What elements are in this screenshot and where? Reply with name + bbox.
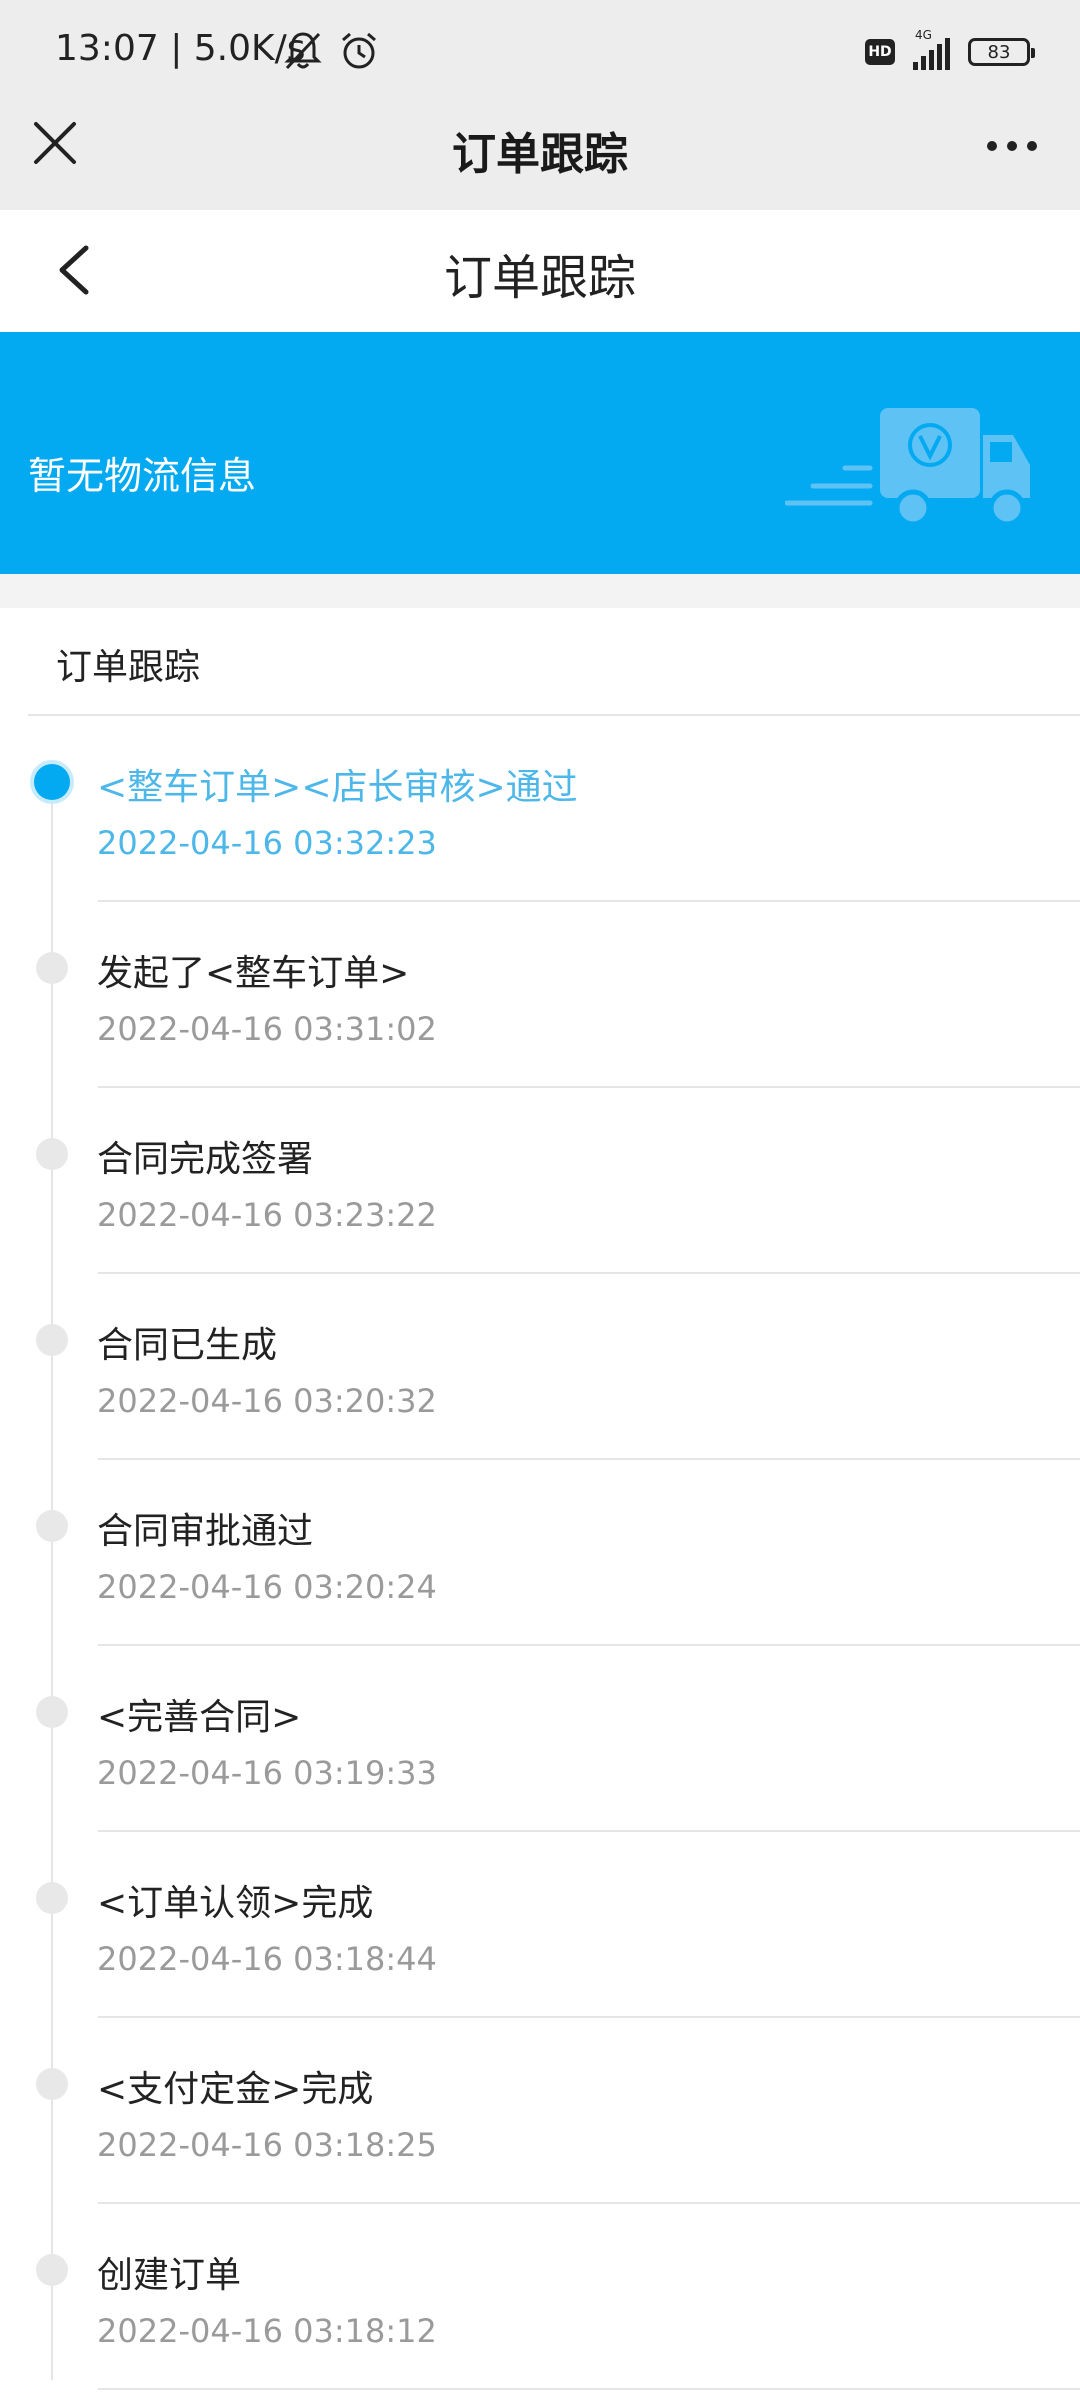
event-label: 合同已生成 [97,1325,278,1366]
timeline-dot [36,1882,68,1914]
event-label: <支付定金>完成 [97,2069,374,2110]
event-time: 2022-04-16 03:32:23 [97,824,437,862]
event-time: 2022-04-16 03:19:33 [97,1754,437,1792]
event-time: 2022-04-16 03:18:12 [97,2312,437,2350]
section-divider [28,714,1080,716]
timeline-dot-active [34,764,70,800]
event-time: 2022-04-16 03:18:25 [97,2126,437,2164]
more-icon[interactable] [982,126,1042,166]
event-time: 2022-04-16 03:20:24 [97,1568,437,1606]
page-header [0,210,1080,332]
status-icons: HD 4G 83 [865,28,1035,74]
battery-icon: 83 [968,38,1035,66]
event-divider [98,1644,1080,1646]
timeline-dot [36,2254,68,2286]
event-divider [98,1272,1080,1274]
event-time: 2022-04-16 03:23:22 [97,1196,437,1234]
timeline-dot [36,1324,68,1356]
event-label: 创建订单 [97,2255,242,2296]
event-divider [98,1458,1080,1460]
timeline-dot [36,952,68,984]
alarm-icon [342,32,376,69]
timeline-line [51,770,53,2380]
event-time: 2022-04-16 03:20:32 [97,1382,437,1420]
event-label: 发起了<整车订单> [97,953,410,994]
back-icon[interactable] [50,240,100,300]
signal-icon: 4G [913,28,950,70]
section-gap [0,574,1080,608]
timeline-dot [36,1696,68,1728]
event-label: 合同审批通过 [97,1511,314,1552]
event-divider [98,2202,1080,2204]
event-label: 合同完成签署 [97,1139,314,1180]
mute-icon [284,32,322,70]
event-divider [98,900,1080,902]
event-label: <订单认领>完成 [97,1883,374,1924]
status-time: 13:07 | 5.0K/s [55,28,306,69]
event-divider [98,2388,1080,2390]
logistics-status-text: 暂无物流信息 [28,454,257,498]
timeline-dot [36,1510,68,1542]
network-type: 4G [915,28,932,42]
hd-badge: HD [865,39,895,65]
top-header [0,104,1080,210]
event-divider [98,2016,1080,2018]
battery-level: 83 [987,41,1011,63]
timeline-dot [36,2068,68,2100]
event-divider [98,1830,1080,1832]
truck-icon [785,408,1030,527]
close-icon[interactable] [30,118,80,168]
event-label: <完善合同> [97,1697,302,1738]
event-label: <整车订单><店长审核>通过 [97,767,578,808]
event-divider [98,1086,1080,1088]
tracking-section-title: 订单跟踪 [56,647,201,688]
event-time: 2022-04-16 03:18:44 [97,1940,437,1978]
timeline-dot [36,1138,68,1170]
event-time: 2022-04-16 03:31:02 [97,1010,437,1048]
